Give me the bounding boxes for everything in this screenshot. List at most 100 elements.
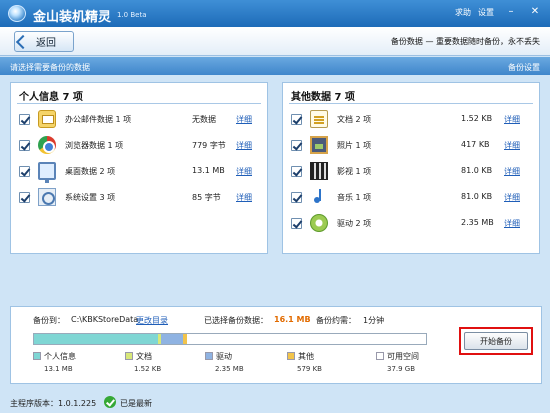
checkbox[interactable] xyxy=(19,114,30,125)
start-backup-highlight: 开始备份 xyxy=(459,327,533,355)
minimize-icon[interactable]: – xyxy=(504,5,518,19)
legend-swatch xyxy=(287,352,295,360)
estimate-label: 备份约需： xyxy=(316,316,356,325)
legend-swatch xyxy=(33,352,41,360)
legend-label: 其他 xyxy=(298,352,314,361)
item-name: 浏览器数据 1 项 xyxy=(65,141,124,150)
backup-settings-link[interactable]: 备份设置 xyxy=(508,62,540,73)
latest-status: 已是最新 xyxy=(120,399,152,408)
item-size: 81.0 KB xyxy=(461,166,493,175)
back-button[interactable]: 返回 xyxy=(14,31,74,52)
bar-segment-personal xyxy=(34,334,158,344)
chrome-icon xyxy=(38,136,56,154)
photo-icon xyxy=(310,136,328,154)
legend-label: 文档 xyxy=(136,352,152,361)
other-data-panel: 其他数据 7 项 文档 2 项 1.52 KB 详细 照片 1 项 417 KB… xyxy=(282,82,540,254)
usage-value-document: 1.52 KB xyxy=(134,365,162,373)
driver-icon xyxy=(310,214,328,232)
list-item: 办公邮件数据 1 项 无数据 详细 xyxy=(11,108,267,130)
checkbox[interactable] xyxy=(291,192,302,203)
detail-link[interactable]: 详细 xyxy=(236,192,252,203)
change-dir-link[interactable]: 更改目录 xyxy=(136,315,168,326)
list-item: 系统设置 3 项 85 字节 详细 xyxy=(11,186,267,208)
estimate-value: 1分钟 xyxy=(363,316,385,325)
item-name: 办公邮件数据 1 项 xyxy=(65,115,132,124)
personal-info-panel: 个人信息 7 项 办公邮件数据 1 项 无数据 详细 浏览器数据 1 项 779… xyxy=(10,82,268,254)
settings-icon xyxy=(38,188,56,206)
music-icon xyxy=(310,188,328,206)
detail-link[interactable]: 详细 xyxy=(236,166,252,177)
item-size: 81.0 KB xyxy=(461,192,493,201)
mail-icon xyxy=(38,110,56,128)
header-slogan: 备份数据 — 重要数据随时备份，永不丢失 xyxy=(390,37,540,46)
check-icon xyxy=(104,396,116,408)
title-bar: 金山装机精灵 1.0 Beta 求助 设置 – ✕ xyxy=(0,0,550,27)
divider xyxy=(17,103,261,104)
checkbox[interactable] xyxy=(19,166,30,177)
detail-link[interactable]: 详细 xyxy=(504,192,520,203)
usage-value-free: 37.9 GB xyxy=(387,365,416,373)
bar-segment-driver xyxy=(161,334,183,344)
usage-value-driver: 2.35 MB xyxy=(215,365,244,373)
start-backup-button[interactable]: 开始备份 xyxy=(464,332,528,350)
bar-segment-other xyxy=(183,334,187,344)
backup-to-label: 备份到： xyxy=(33,316,65,325)
legend-label: 个人信息 xyxy=(44,352,76,361)
list-item: 影视 1 项 81.0 KB 详细 xyxy=(283,160,539,182)
checkbox[interactable] xyxy=(19,140,30,151)
checkbox[interactable] xyxy=(291,114,302,125)
detail-link[interactable]: 详细 xyxy=(504,114,520,125)
item-size: 779 字节 xyxy=(192,141,226,150)
app-title: 金山装机精灵 xyxy=(33,10,112,25)
item-name: 驱动 2 项 xyxy=(337,219,372,228)
legend-driver: 驱动 xyxy=(205,351,232,362)
checkbox[interactable] xyxy=(19,192,30,203)
item-name: 影视 1 项 xyxy=(337,167,372,176)
detail-link[interactable]: 详细 xyxy=(504,166,520,177)
status-bar: 主程序版本：1.0.1.225 已是最新 xyxy=(0,392,550,413)
backup-path: C:\KBKStoreData xyxy=(71,315,139,324)
checkbox[interactable] xyxy=(291,140,302,151)
item-size: 1.52 KB xyxy=(461,114,493,123)
close-icon[interactable]: ✕ xyxy=(528,5,542,19)
list-item: 浏览器数据 1 项 779 字节 详细 xyxy=(11,134,267,156)
backup-panel: 备份到： C:\KBKStoreData 更改目录 已选择备份数据： 16.1 … xyxy=(10,306,542,384)
item-name: 系统设置 3 项 xyxy=(65,193,116,202)
list-item: 驱动 2 项 2.35 MB 详细 xyxy=(283,212,539,234)
list-item: 桌面数据 2 项 13.1 MB 详细 xyxy=(11,160,267,183)
sub-bar: 请选择需要备份的数据 备份设置 xyxy=(0,57,550,75)
back-button-label: 返回 xyxy=(36,38,56,49)
detail-link[interactable]: 详细 xyxy=(504,140,520,151)
selected-value: 16.1 MB xyxy=(274,315,311,324)
legend-label: 可用空间 xyxy=(387,352,419,361)
app-logo-icon xyxy=(8,5,26,22)
settings-link[interactable]: 设置 xyxy=(478,7,494,18)
desktop-icon xyxy=(38,162,56,183)
item-size: 13.1 MB xyxy=(192,166,225,175)
legend-free: 可用空间 xyxy=(376,351,419,362)
item-name: 照片 1 项 xyxy=(337,141,372,150)
panel-title-other: 其他数据 7 项 xyxy=(291,92,355,103)
detail-link[interactable]: 详细 xyxy=(236,114,252,125)
item-size: 2.35 MB xyxy=(461,218,494,227)
checkbox[interactable] xyxy=(291,166,302,177)
detail-link[interactable]: 详细 xyxy=(236,140,252,151)
help-link[interactable]: 求助 xyxy=(455,7,471,18)
legend-swatch xyxy=(376,352,384,360)
list-item: 照片 1 项 417 KB 详细 xyxy=(283,134,539,156)
storage-bar xyxy=(33,333,427,345)
item-size: 85 字节 xyxy=(192,193,221,202)
legend-swatch xyxy=(205,352,213,360)
detail-link[interactable]: 详细 xyxy=(504,218,520,229)
header: 返回 备份数据 — 重要数据随时备份，永不丢失 xyxy=(0,27,550,56)
legend-swatch xyxy=(125,352,133,360)
list-item: 音乐 1 项 81.0 KB 详细 xyxy=(283,186,539,208)
select-prompt: 请选择需要备份的数据 xyxy=(10,63,90,72)
checkbox[interactable] xyxy=(291,218,302,229)
version-text: 主程序版本：1.0.1.225 xyxy=(10,399,97,408)
legend-document: 文档 xyxy=(125,351,152,362)
item-name: 文档 2 项 xyxy=(337,115,372,124)
usage-value-other: 579 KB xyxy=(297,365,322,373)
app-version: 1.0 Beta xyxy=(117,11,147,19)
legend-personal: 个人信息 xyxy=(33,351,76,362)
